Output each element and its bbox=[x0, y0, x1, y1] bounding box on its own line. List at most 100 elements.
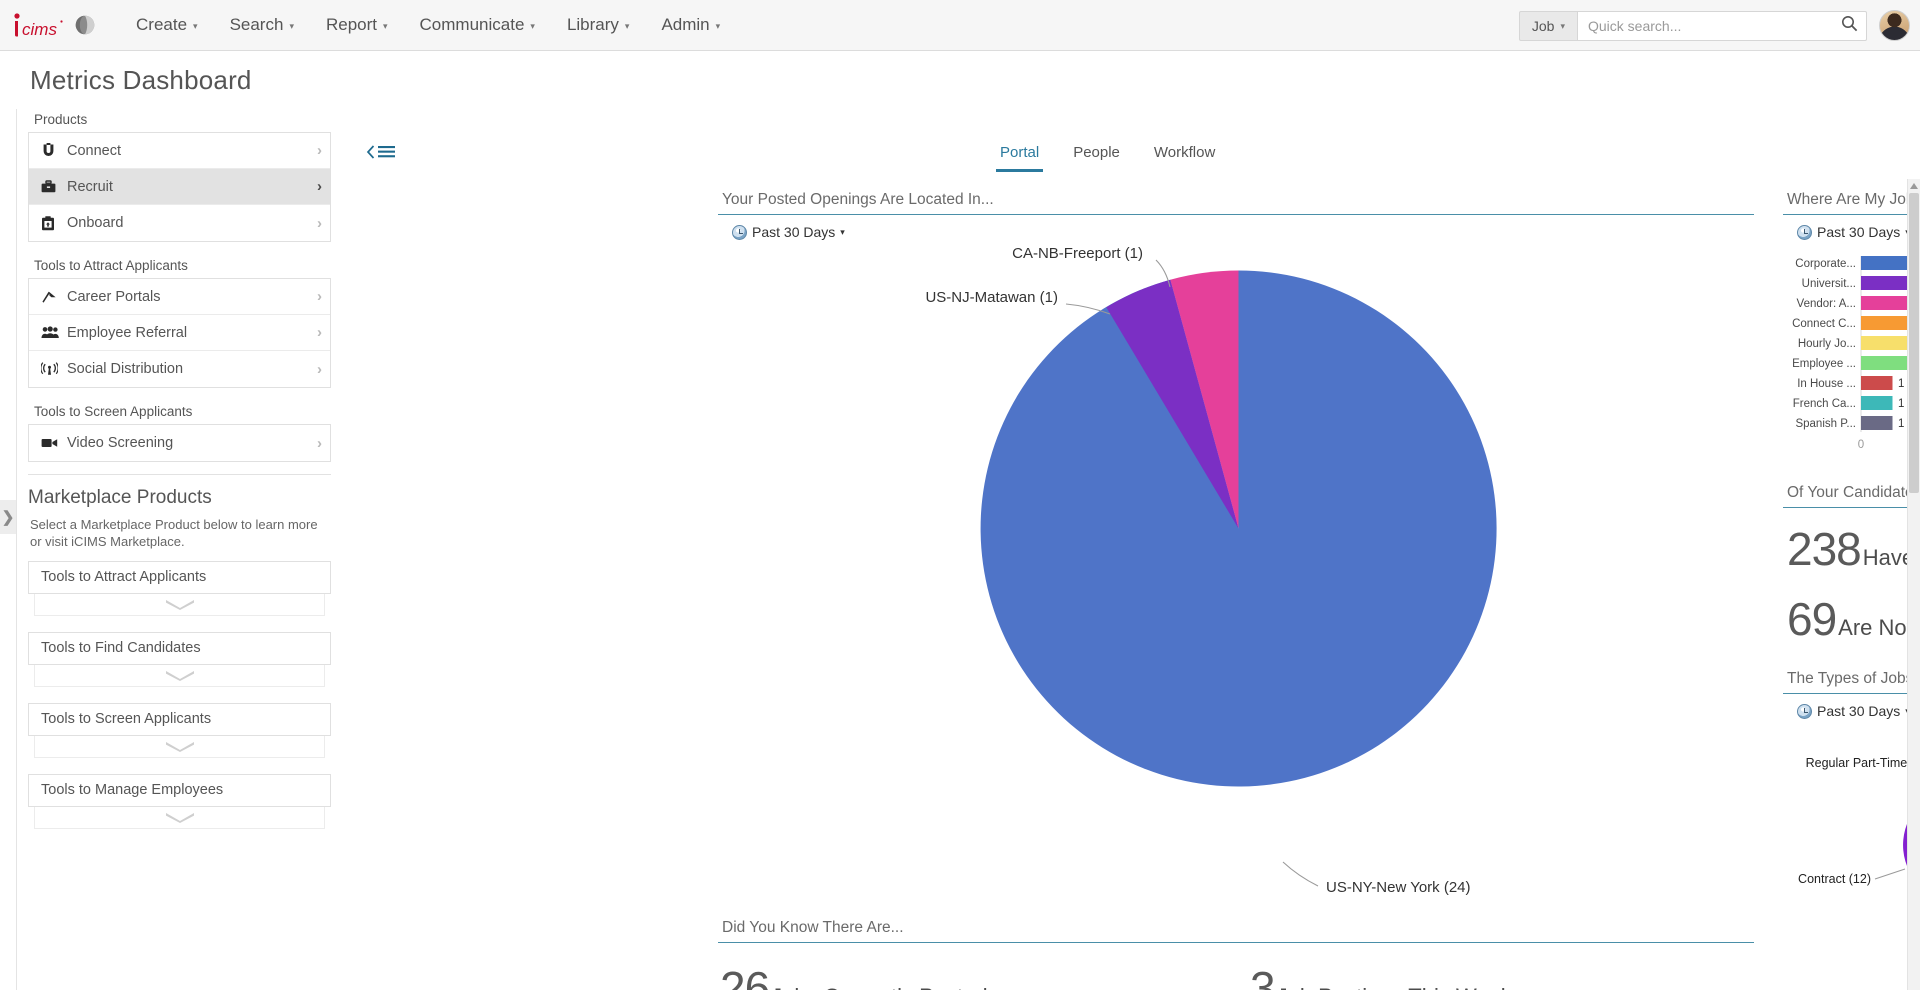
bar-value-label: 1 bbox=[1898, 398, 1904, 410]
chevron-down-icon: ▾ bbox=[530, 20, 535, 31]
panel-job-postings: Where Are My Job Postings? Past 30 Days … bbox=[1783, 191, 1920, 480]
bar-category-label: Corporate... bbox=[1795, 258, 1856, 270]
sidebar-item-label: Employee Referral bbox=[67, 324, 188, 341]
chevron-right-icon: › bbox=[317, 288, 322, 305]
sidebar-item-label: Onboard bbox=[67, 215, 124, 231]
briefcase-icon bbox=[41, 179, 67, 194]
pie-chart-svg: CA-NB-Freeport (1) US-NJ-Matawan (1) US-… bbox=[925, 245, 1497, 896]
pie-slice-us-ny-new-york[interactable] bbox=[980, 270, 1497, 787]
sidebar-item-video-screening[interactable]: Video Screening › bbox=[29, 425, 330, 461]
sidebar-item-career-portals[interactable]: Career Portals › bbox=[29, 279, 330, 315]
time-filter-job-postings[interactable]: Past 30 Days ▾ bbox=[1797, 224, 1910, 240]
bar-category-label: Universit... bbox=[1802, 278, 1856, 290]
chevron-down-icon: ▾ bbox=[1560, 21, 1565, 31]
globe-icon[interactable] bbox=[72, 12, 98, 38]
search-input[interactable] bbox=[1588, 17, 1841, 34]
user-avatar[interactable] bbox=[1879, 10, 1910, 41]
panel-job-types: The Types of Jobs Posted Are Past 30 Day… bbox=[1783, 670, 1920, 932]
marketplace-card-body[interactable] bbox=[34, 735, 325, 758]
sidebar-item-label: Video Screening bbox=[67, 435, 174, 451]
time-filter-job-types[interactable]: Past 30 Days ▾ bbox=[1797, 703, 1910, 719]
time-filter-label: Past 30 Days bbox=[1817, 224, 1901, 240]
icims-logo[interactable]: cims bbox=[10, 8, 66, 42]
nav-item-communicate[interactable]: Communicate ▾ bbox=[404, 9, 551, 41]
collapse-sidebar-icon[interactable] bbox=[366, 145, 395, 159]
marketplace-card-header[interactable]: Tools to Find Candidates bbox=[28, 631, 331, 665]
marketplace-card-header[interactable]: Tools to Manage Employees bbox=[28, 773, 331, 807]
posted-openings-pie-chart[interactable]: CA-NB-Freeport (1) US-NJ-Matawan (1) US-… bbox=[718, 242, 1754, 927]
magnet-icon bbox=[41, 143, 67, 158]
chevron-right-icon: › bbox=[317, 142, 322, 159]
sidebar-item-employee-referral[interactable]: Employee Referral › bbox=[29, 315, 330, 351]
scrollbar-thumb[interactable] bbox=[1909, 193, 1919, 493]
bar-spanish-portal[interactable] bbox=[1861, 416, 1893, 430]
main-menu: Create ▾ Search ▾ Report ▾ Communicate ▾… bbox=[120, 9, 736, 41]
chevron-down-icon: ▾ bbox=[624, 20, 630, 31]
tab-people[interactable]: People bbox=[1069, 141, 1124, 172]
chevron-down-icon[interactable] bbox=[165, 670, 195, 681]
marketplace-card-screen-applicants[interactable]: Tools to Screen Applicants bbox=[28, 702, 331, 758]
sidebar-item-label: Social Distribution bbox=[67, 361, 184, 377]
search-icon[interactable] bbox=[1841, 15, 1858, 37]
sidebar-item-label: Career Portals bbox=[67, 288, 161, 305]
job-postings-bar-chart[interactable]: Corporate... Universit... Vendor: A... C… bbox=[1783, 250, 1920, 475]
chevron-right-icon: › bbox=[317, 434, 322, 452]
pie-label-ca-nb-freeport: CA-NB-Freeport (1) bbox=[1012, 245, 1143, 262]
nav-right-group: Job ▾ bbox=[1518, 0, 1910, 51]
sidebar-item-onboard[interactable]: Onboard › bbox=[29, 205, 330, 241]
sidebar-item-label: Connect bbox=[67, 142, 122, 159]
tab-portal[interactable]: Portal bbox=[996, 141, 1044, 172]
marketplace-card-manage-employees[interactable]: Tools to Manage Employees bbox=[28, 773, 331, 829]
top-navigation-bar: cims Create ▾ Search ▾ Report ▾ Communic… bbox=[0, 0, 1920, 51]
marketplace-card-body[interactable] bbox=[34, 806, 325, 829]
job-types-pie-chart[interactable]: Regular Full-Time (12) Contract (12) Reg… bbox=[1783, 727, 1920, 927]
stat-value: 238 bbox=[1787, 523, 1862, 575]
stat-label: Jobs Currently Posted bbox=[771, 984, 987, 990]
video-camera-icon bbox=[41, 437, 67, 449]
stat-label: Job Postings This Week bbox=[1277, 984, 1512, 990]
marketplace-description: Select a Marketplace Product below to le… bbox=[30, 517, 318, 550]
sidebar-expand-handle[interactable]: ❯ bbox=[0, 500, 16, 534]
chevron-down-icon[interactable] bbox=[165, 599, 195, 610]
stat-value: 26 bbox=[720, 962, 770, 990]
panel-title: Of Your Candidates bbox=[1783, 484, 1920, 508]
dashboard-tabs: Portal People Workflow bbox=[996, 141, 1219, 172]
chevron-right-icon: › bbox=[317, 214, 322, 232]
bar-category-label: French Ca... bbox=[1793, 398, 1856, 410]
sidebar-item-recruit[interactable]: Recruit › bbox=[29, 169, 330, 205]
nav-item-admin[interactable]: Admin ▾ bbox=[645, 9, 736, 41]
marketplace-card-header[interactable]: Tools to Screen Applicants bbox=[28, 702, 331, 736]
time-filter-posted-openings[interactable]: Past 30 Days ▾ bbox=[732, 224, 845, 240]
sidebar-item-social-distribution[interactable]: Social Distribution › bbox=[29, 351, 330, 387]
leader-line bbox=[1282, 861, 1319, 887]
search-scope-selector[interactable]: Job ▾ bbox=[1518, 10, 1577, 41]
scroll-up-arrow[interactable] bbox=[1910, 183, 1918, 189]
sidebar-item-label: Recruit bbox=[67, 178, 113, 195]
marketplace-card-attract-applicants[interactable]: Tools to Attract Applicants bbox=[28, 560, 331, 616]
sidebar-item-connect[interactable]: Connect › bbox=[29, 133, 330, 169]
stat-value: 69 bbox=[1787, 593, 1837, 645]
stat-not-attached-to-job: 69 Are Not Attached to a Job bbox=[1783, 596, 1920, 642]
nav-item-library[interactable]: Library ▾ bbox=[551, 9, 646, 41]
marketplace-card-find-candidates[interactable]: Tools to Find Candidates bbox=[28, 631, 331, 687]
panel-title: Where Are My Job Postings? bbox=[1783, 191, 1920, 215]
nav-label: Search bbox=[229, 15, 284, 34]
nav-item-search[interactable]: Search ▾ bbox=[214, 9, 310, 41]
pie-label-us-nj-matawan: US-NJ-Matawan (1) bbox=[925, 289, 1058, 306]
nav-item-create[interactable]: Create ▾ bbox=[120, 9, 214, 41]
panel-title: The Types of Jobs Posted Are bbox=[1783, 670, 1920, 694]
vertical-scrollbar[interactable] bbox=[1907, 179, 1920, 990]
chevron-down-icon[interactable] bbox=[165, 812, 195, 823]
chevron-down-icon[interactable] bbox=[165, 741, 195, 752]
bar-in-house[interactable] bbox=[1861, 376, 1893, 390]
nav-item-report[interactable]: Report ▾ bbox=[310, 9, 404, 41]
clock-icon bbox=[732, 224, 747, 240]
pie-label-us-ny-new-york: US-NY-New York (24) bbox=[1326, 879, 1471, 896]
quick-search-box[interactable] bbox=[1577, 10, 1867, 41]
marketplace-card-body[interactable] bbox=[34, 593, 325, 616]
marketplace-card-header[interactable]: Tools to Attract Applicants bbox=[28, 560, 331, 594]
marketplace-card-body[interactable] bbox=[34, 664, 325, 687]
bar-french-canada[interactable] bbox=[1861, 396, 1893, 410]
chevron-right-icon: › bbox=[317, 178, 322, 195]
tab-workflow[interactable]: Workflow bbox=[1150, 141, 1219, 172]
